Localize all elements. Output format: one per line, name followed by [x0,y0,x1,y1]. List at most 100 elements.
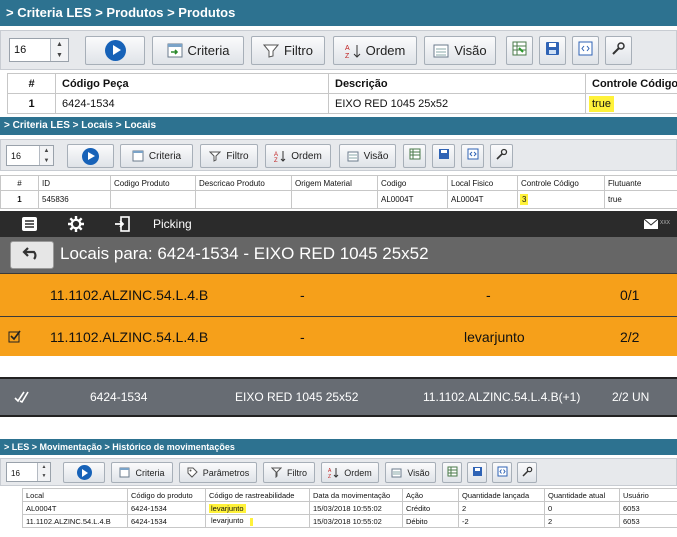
filtro-button[interactable]: Filtro [263,462,315,483]
column-header[interactable]: # [7,73,56,94]
message-icon[interactable] [643,216,659,236]
row-number: 1 [7,93,56,114]
produtos-breadcrumb: > Criteria LES > Produtos > Produtos [0,0,677,26]
codigo-produto-cell: 6424-1534 [127,514,206,528]
page-size-input[interactable] [7,146,41,166]
location-col2: - [300,329,305,345]
descricao-cell: EIXO RED 1045 25x52 [328,93,586,114]
summary-location: 11.1102.ALZINC.54.L.4.B(+1) [423,390,581,404]
column-header[interactable]: Codigo Produto [110,175,196,191]
page-size-input[interactable] [10,39,52,61]
visao-button[interactable]: Visão [424,36,496,65]
filtro-button[interactable]: Filtro [251,36,325,65]
tools-button[interactable] [517,462,537,483]
codigo-cell: AL0004T [377,190,448,209]
quantidade-lancada-cell: 2 [458,501,545,515]
table-row[interactable]: 1 6424-1534 EIXO RED 1045 25x52 true [7,93,677,114]
visao-button[interactable]: Visão [339,144,396,168]
code-icon [578,41,593,61]
export-button[interactable] [442,462,462,483]
origem-material-cell [291,190,378,209]
movimentacao-table: Local Código do produto Código de rastre… [22,488,677,528]
locais-breadcrumb: > Criteria LES > Locais > Locais [0,117,677,135]
tools-button[interactable] [605,36,632,65]
run-button[interactable] [85,36,145,65]
visao-button[interactable]: Visão [385,462,436,483]
summary-qty: 2/2 UN [612,390,650,404]
save-button[interactable] [539,36,566,65]
column-header[interactable]: Código de rastreabilidade [205,488,310,502]
code-button[interactable] [572,36,599,65]
column-header[interactable]: Quantidade lançada [458,488,545,502]
column-header[interactable]: Controle Código [585,73,677,94]
column-header[interactable]: Descrição [328,73,586,94]
column-header[interactable]: Código Peça [55,73,329,94]
save-icon [545,41,560,61]
movimentacao-breadcrumb: > LES > Movimentação > Histórico de movi… [0,439,677,455]
table-row[interactable]: 11.1102.ALZINC.54.L.4.B 6424-1534 levarj… [22,514,677,528]
back-arrow-icon [22,245,42,266]
double-check-icon [14,390,30,407]
ordem-button[interactable]: AZ Ordem [321,462,379,483]
column-header[interactable]: Data da movimentação [309,488,403,502]
parametros-button[interactable]: Parâmetros [179,462,257,483]
acao-cell: Débito [402,514,459,528]
view-icon [433,44,449,58]
column-header[interactable]: Usuário [619,488,677,502]
data-cell: 15/03/2018 10:55:02 [309,501,403,515]
column-header[interactable]: Flutuante [604,175,677,191]
filtro-button[interactable]: Filtro [200,144,258,168]
picking-topbar: Picking XXX [0,211,677,237]
table-row[interactable]: 1 545836 AL0004T AL0004T 3 true [0,190,677,209]
column-header[interactable]: Quantidade atual [544,488,620,502]
column-header[interactable]: Código do produto [127,488,206,502]
column-header[interactable]: Controle Código [517,175,605,191]
gear-icon[interactable] [68,216,84,237]
column-header[interactable]: Codigo [377,175,448,191]
code-button[interactable] [492,462,512,483]
quantidade-atual-cell: 0 [544,501,620,515]
svg-text:Z: Z [274,158,278,163]
picking-location-row[interactable]: 11.1102.ALZINC.54.L.4.B - levarjunto 2/2 [0,316,677,356]
page-size-stepper[interactable]: ▲▼ [6,462,51,483]
ordem-button[interactable]: AZ Ordem [265,144,331,168]
column-header[interactable]: Local Fisico [447,175,518,191]
run-button[interactable] [63,462,105,483]
spreadsheet-icon [512,41,527,61]
page-size-input[interactable] [7,464,39,483]
page-size-stepper[interactable]: ▲▼ [6,145,54,166]
picking-header: Locais para: 6424-1534 - EIXO RED 1045 2… [0,237,677,273]
logout-icon[interactable] [114,216,130,237]
column-header[interactable]: ID [38,175,111,191]
column-header[interactable]: Local [22,488,128,502]
play-icon [82,147,99,165]
picking-summary-row[interactable]: 6424-1534 EIXO RED 1045 25x52 11.1102.AL… [0,377,677,417]
save-button[interactable] [467,462,487,483]
code-button[interactable] [461,144,484,168]
page-size-stepper[interactable]: ▲▼ [9,38,69,62]
code-icon [497,464,508,482]
criteria-button[interactable]: Criteria [152,36,244,65]
column-header[interactable]: Ação [402,488,459,502]
export-button[interactable] [506,36,533,65]
usuario-cell: 6053 [619,501,677,515]
export-button[interactable] [403,144,426,168]
funnel-icon [209,150,222,162]
back-button[interactable] [10,241,54,269]
menu-icon[interactable] [22,217,37,236]
movimentacao-toolbar: ▲▼ Criteria Parâmetros Filtro AZ Ordem V… [0,458,677,486]
local-cell: AL0004T [22,501,128,515]
table-row[interactable]: AL0004T 6424-1534 levarjunto 15/03/2018 … [22,501,677,515]
save-button[interactable] [432,144,455,168]
criteria-button[interactable]: Criteria [111,462,173,483]
column-header[interactable]: # [0,175,39,191]
column-header[interactable]: Descricao Produto [195,175,292,191]
spreadsheet-icon [447,464,458,482]
picking-location-row[interactable]: 11.1102.ALZINC.54.L.4.B - - 0/1 [0,273,677,316]
criteria-button[interactable]: Criteria [120,144,193,168]
controle-codigo-cell: 3 [517,190,605,209]
run-button[interactable] [67,144,114,168]
column-header[interactable]: Origem Material [291,175,378,191]
tools-button[interactable] [490,144,513,168]
ordem-button[interactable]: AZ Ordem [333,36,417,65]
